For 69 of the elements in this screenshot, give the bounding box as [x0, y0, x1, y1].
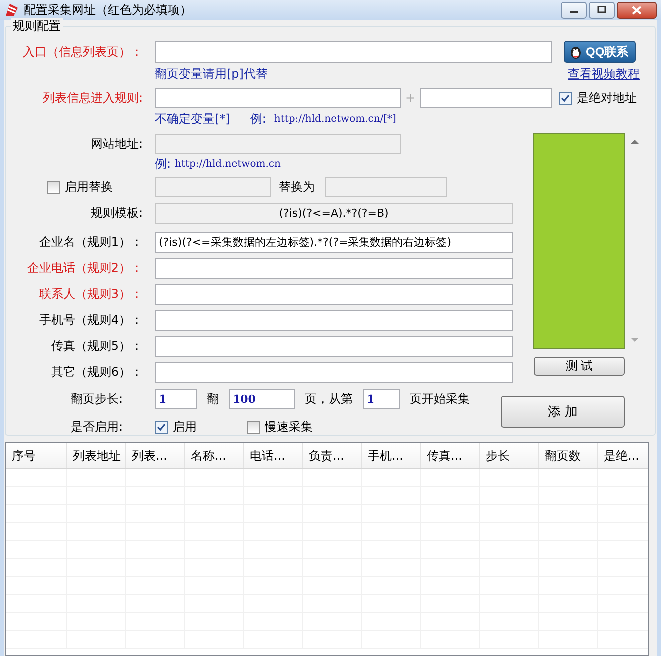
- page-count-field[interactable]: 100: [229, 389, 295, 409]
- rule-template-field[interactable]: (?is)(?<=A).*?(?=B): [155, 202, 513, 224]
- start-suffix-label: 页开始采集: [410, 390, 470, 408]
- field-label: 手机号（规则4）：: [38, 312, 143, 328]
- start-page-field[interactable]: 1: [363, 389, 400, 409]
- replace-to-label: 替换为: [279, 178, 315, 196]
- add-button[interactable]: 添 加: [501, 396, 625, 428]
- column-header[interactable]: 列表...: [126, 443, 185, 468]
- pages-label: 翻: [207, 390, 219, 408]
- column-header[interactable]: 手机...: [362, 443, 421, 468]
- column-header[interactable]: 序号: [6, 443, 67, 468]
- penguin-icon: [568, 44, 584, 60]
- field-label: 列表信息进入规则:: [42, 90, 143, 106]
- checkbox[interactable]: [559, 92, 572, 104]
- field-label: 联系人（规则3）：: [38, 286, 143, 302]
- rule-field[interactable]: [155, 362, 513, 382]
- column-header[interactable]: 步长: [480, 443, 539, 468]
- example-label: 例:: [250, 110, 266, 128]
- video-tutorial-link[interactable]: 查看视频教程: [568, 66, 640, 82]
- field-label: 企业名（规则1）：: [38, 234, 143, 250]
- field-label: 网站地址:: [90, 136, 143, 152]
- scroll-down-icon[interactable]: [631, 338, 639, 343]
- checkbox[interactable]: [247, 420, 260, 434]
- list-rule-field[interactable]: [155, 88, 401, 108]
- field-label: 规则模板:: [90, 204, 143, 222]
- checkbox[interactable]: [155, 420, 168, 434]
- maximize-icon: [597, 6, 607, 14]
- window-title: 配置采集网址（红色为必填项）: [24, 2, 192, 18]
- hint-text: 翻页变量请用[p]代替: [155, 66, 268, 82]
- field-label: 企业电话（规则2）：: [26, 260, 143, 276]
- field-label: 传真（规则5）：: [50, 338, 143, 354]
- example-url: http://hld.netwom.cn/[*]: [274, 114, 396, 124]
- plus-sign: +: [404, 91, 417, 105]
- list-rule-suffix-field[interactable]: [420, 88, 552, 108]
- field-label: 其它（规则6）：: [50, 364, 143, 380]
- column-header[interactable]: 翻页数: [539, 443, 598, 468]
- checkbox-label: 启用替换: [65, 178, 113, 196]
- rule-field[interactable]: [155, 310, 513, 330]
- column-header[interactable]: 传真...: [421, 443, 480, 468]
- app-icon: [4, 2, 20, 18]
- checkbox-label: 启用: [173, 418, 197, 436]
- close-icon: [632, 6, 642, 14]
- group-title: 规则配置: [11, 18, 63, 35]
- minimize-button[interactable]: [561, 2, 587, 18]
- checkbox-label: 慢速采集: [265, 418, 313, 436]
- example-label: 例:: [155, 156, 172, 172]
- column-header[interactable]: 电话...: [244, 443, 303, 468]
- rule-field[interactable]: [155, 336, 513, 356]
- field-label: 是否启用:: [70, 418, 123, 436]
- field-label: 翻页步长:: [70, 390, 123, 408]
- close-button[interactable]: [617, 2, 657, 18]
- column-header[interactable]: 是绝...: [598, 443, 648, 468]
- field-label: 入口（信息列表页）：: [22, 44, 143, 60]
- rule-field[interactable]: (?is)(?<=采集数据的左边标签).*?(?=采集数据的右边标签): [155, 232, 513, 252]
- page-step-field[interactable]: 1: [155, 389, 197, 409]
- scroll-up-icon[interactable]: [631, 139, 639, 144]
- test-button[interactable]: 测 试: [534, 357, 625, 376]
- column-header[interactable]: 名称...: [185, 443, 244, 468]
- entry-url-field[interactable]: [155, 41, 552, 63]
- start-page-label: 页，从第: [305, 390, 353, 408]
- checkbox-label: 是绝对地址: [577, 90, 637, 106]
- hint-text: 不确定变量[*]: [155, 110, 230, 128]
- column-header[interactable]: 负责...: [303, 443, 362, 468]
- rule-field[interactable]: [155, 258, 513, 278]
- column-header[interactable]: 列表地址: [67, 443, 126, 468]
- rule-field[interactable]: [155, 284, 513, 304]
- example-url: http://hld.netwom.cn: [175, 158, 281, 170]
- maximize-button[interactable]: [589, 2, 615, 18]
- qq-contact-button[interactable]: QQ联系: [564, 41, 636, 63]
